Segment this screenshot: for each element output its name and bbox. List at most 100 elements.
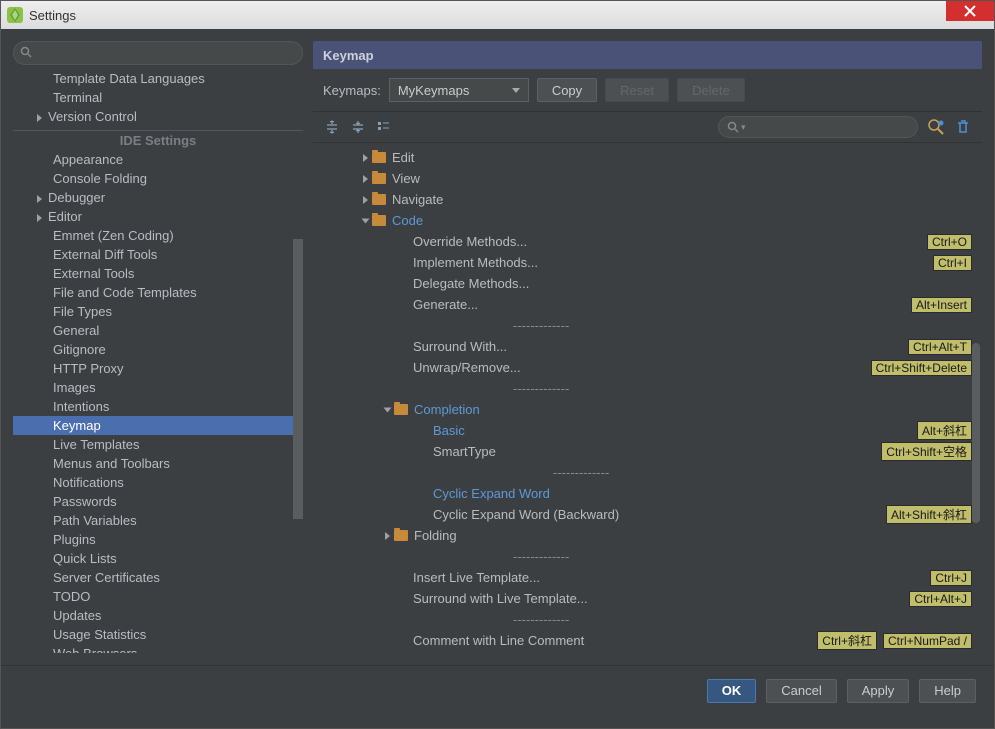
tree-row[interactable]: BasicAlt+斜杠 bbox=[313, 420, 982, 441]
sidebar-item-label: External Diff Tools bbox=[53, 247, 157, 262]
chevron-down-icon[interactable] bbox=[384, 407, 392, 412]
tree-row[interactable]: Cyclic Expand Word bbox=[313, 483, 982, 504]
sidebar-item[interactable]: Appearance bbox=[13, 150, 303, 169]
tree-row[interactable]: Folding bbox=[313, 525, 982, 546]
action-label: Insert Live Template... bbox=[413, 570, 924, 585]
tree-row[interactable]: Code bbox=[313, 210, 982, 231]
chevron-down-icon[interactable] bbox=[362, 218, 370, 223]
reset-button[interactable]: Reset bbox=[605, 78, 669, 102]
sidebar-item-label: Quick Lists bbox=[53, 551, 117, 566]
sidebar-item[interactable]: Updates bbox=[13, 606, 303, 625]
chevron-right-icon[interactable] bbox=[363, 154, 368, 162]
sidebar-item-label: Usage Statistics bbox=[53, 627, 146, 642]
collapse-all-icon[interactable] bbox=[349, 118, 367, 136]
tree-row[interactable]: Implement Methods...Ctrl+I bbox=[313, 252, 982, 273]
folder-icon bbox=[372, 215, 386, 226]
tree-row[interactable]: Comment with Line CommentCtrl+斜杠Ctrl+Num… bbox=[313, 630, 982, 651]
sidebar-search[interactable] bbox=[13, 41, 303, 65]
tree-row[interactable]: Surround with Live Template...Ctrl+Alt+J bbox=[313, 588, 982, 609]
chevron-right-icon[interactable] bbox=[363, 196, 368, 204]
tree-row[interactable]: View bbox=[313, 168, 982, 189]
sidebar-item[interactable]: Debugger bbox=[13, 188, 303, 207]
sidebar-item[interactable]: External Tools bbox=[13, 264, 303, 283]
separator: ------------- bbox=[413, 549, 972, 564]
chevron-right-icon bbox=[37, 214, 42, 222]
folder-icon bbox=[372, 194, 386, 205]
shortcut-badge: Ctrl+J bbox=[930, 570, 972, 586]
sidebar-item[interactable]: Web Browsers bbox=[13, 644, 303, 653]
sidebar-item-label: Notifications bbox=[53, 475, 124, 490]
sidebar-item[interactable]: Plugins bbox=[13, 530, 303, 549]
apply-button[interactable]: Apply bbox=[847, 679, 910, 703]
tree-row[interactable]: SmartTypeCtrl+Shift+空格 bbox=[313, 441, 982, 462]
sidebar-item-label: General bbox=[53, 323, 99, 338]
sidebar-scrollbar[interactable] bbox=[293, 239, 303, 519]
sidebar-item[interactable]: HTTP Proxy bbox=[13, 359, 303, 378]
sidebar-item[interactable]: Editor bbox=[13, 207, 303, 226]
tree-scrollbar[interactable] bbox=[972, 343, 980, 523]
tree-row[interactable]: Cyclic Expand Word (Backward)Alt+Shift+斜… bbox=[313, 504, 982, 525]
sidebar-item-label: Menus and Toolbars bbox=[53, 456, 170, 471]
sidebar-item[interactable]: Path Variables bbox=[13, 511, 303, 530]
sidebar-item[interactable]: General bbox=[13, 321, 303, 340]
sidebar-item[interactable]: Passwords bbox=[13, 492, 303, 511]
keymap-tree[interactable]: EditViewNavigateCodeOverride Methods...C… bbox=[313, 143, 982, 653]
tree-row[interactable]: ------------- bbox=[313, 546, 982, 567]
tree-row[interactable]: Unwrap/Remove...Ctrl+Shift+Delete bbox=[313, 357, 982, 378]
tree-row[interactable]: ------------- bbox=[313, 609, 982, 630]
keymap-select[interactable]: MyKeymaps bbox=[389, 78, 529, 102]
sidebar-item[interactable]: Console Folding bbox=[13, 169, 303, 188]
sidebar-item[interactable]: Usage Statistics bbox=[13, 625, 303, 644]
cancel-button[interactable]: Cancel bbox=[766, 679, 836, 703]
action-label: Delegate Methods... bbox=[413, 276, 972, 291]
sidebar-item[interactable]: Quick Lists bbox=[13, 549, 303, 568]
tree-row[interactable]: Override Methods...Ctrl+O bbox=[313, 231, 982, 252]
tree-row[interactable]: Insert Live Template... Ctrl+J bbox=[313, 567, 982, 588]
sidebar-item[interactable]: External Diff Tools bbox=[13, 245, 303, 264]
sidebar-item-label: Version Control bbox=[48, 109, 137, 124]
help-button[interactable]: Help bbox=[919, 679, 976, 703]
folder-icon bbox=[372, 173, 386, 184]
search-icon bbox=[20, 46, 32, 61]
action-search[interactable]: ▾ bbox=[718, 116, 918, 138]
tree-row[interactable]: ------------- bbox=[313, 315, 982, 336]
sidebar-item[interactable]: Menus and Toolbars bbox=[13, 454, 303, 473]
sidebar-item[interactable]: Terminal bbox=[13, 88, 303, 107]
trash-icon[interactable] bbox=[954, 118, 972, 136]
tree-row[interactable]: Edit bbox=[313, 147, 982, 168]
tree-row[interactable]: Completion bbox=[313, 399, 982, 420]
sidebar-item[interactable]: Live Templates bbox=[13, 435, 303, 454]
find-by-shortcut-icon[interactable] bbox=[926, 117, 946, 137]
shortcut-badge: Ctrl+O bbox=[927, 234, 972, 250]
sidebar-item[interactable]: Server Certificates bbox=[13, 568, 303, 587]
sidebar-item[interactable]: TODO bbox=[13, 587, 303, 606]
copy-button[interactable]: Copy bbox=[537, 78, 597, 102]
tree-row[interactable]: ------------- bbox=[313, 378, 982, 399]
sidebar-item[interactable]: Gitignore bbox=[13, 340, 303, 359]
expand-all-icon[interactable] bbox=[323, 118, 341, 136]
delete-button[interactable]: Delete bbox=[677, 78, 745, 102]
ide-settings-header: IDE Settings bbox=[13, 130, 303, 150]
tree-row[interactable]: Delegate Methods... bbox=[313, 273, 982, 294]
sidebar-item[interactable]: File Types bbox=[13, 302, 303, 321]
shortcut-badge: Alt+Shift+斜杠 bbox=[886, 505, 972, 524]
shortcut-badge: Ctrl+Shift+Delete bbox=[871, 360, 972, 376]
sidebar-item[interactable]: Keymap bbox=[13, 416, 303, 435]
sidebar-item[interactable]: File and Code Templates bbox=[13, 283, 303, 302]
tree-row[interactable]: Navigate bbox=[313, 189, 982, 210]
sidebar-item[interactable]: Version Control bbox=[13, 107, 303, 126]
close-button[interactable] bbox=[946, 1, 994, 21]
sidebar-item[interactable]: Intentions bbox=[13, 397, 303, 416]
tree-row[interactable]: ------------- bbox=[313, 462, 982, 483]
ok-button[interactable]: OK bbox=[707, 679, 757, 703]
sidebar-item[interactable]: Images bbox=[13, 378, 303, 397]
chevron-right-icon[interactable] bbox=[385, 532, 390, 540]
chevron-right-icon[interactable] bbox=[363, 175, 368, 183]
sidebar-item[interactable]: Notifications bbox=[13, 473, 303, 492]
shortcut-badge: Ctrl+斜杠 bbox=[817, 631, 877, 650]
tree-row[interactable]: Surround With...Ctrl+Alt+T bbox=[313, 336, 982, 357]
edit-shortcut-icon[interactable] bbox=[375, 118, 393, 136]
sidebar-item[interactable]: Template Data Languages bbox=[13, 69, 303, 88]
tree-row[interactable]: Generate...Alt+Insert bbox=[313, 294, 982, 315]
sidebar-item[interactable]: Emmet (Zen Coding) bbox=[13, 226, 303, 245]
